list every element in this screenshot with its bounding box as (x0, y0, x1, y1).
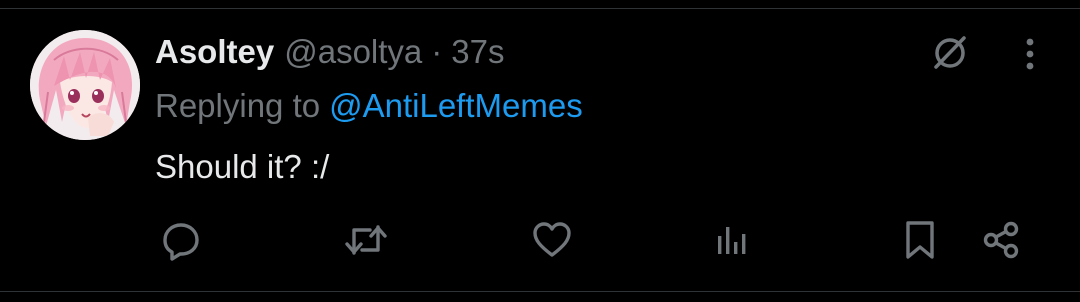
views-bar-chart-icon (718, 227, 746, 254)
like-button[interactable] (524, 212, 580, 268)
bottom-divider (0, 291, 1080, 292)
header-separator: · (431, 33, 443, 70)
reply-bubble-icon (163, 223, 199, 261)
replying-to-label: Replying to (155, 87, 321, 124)
avatar[interactable] (30, 30, 140, 140)
tweet-text: Should it? :/ (155, 148, 330, 185)
avatar-image (30, 30, 140, 140)
grok-slash-circle-icon (934, 36, 966, 69)
tweet-timestamp[interactable]: 37s (451, 30, 504, 74)
more-options-button[interactable] (1006, 28, 1054, 80)
tweet-header: Asoltey @asoltya · 37s (155, 30, 505, 74)
views-button[interactable] (702, 212, 762, 268)
author-handle[interactable]: @asoltya (284, 30, 422, 74)
reply-button[interactable] (154, 212, 208, 268)
retweet-button[interactable] (336, 212, 396, 268)
retweet-icon (345, 225, 387, 255)
bookmark-button[interactable] (894, 212, 946, 268)
bookmark-icon (906, 221, 934, 259)
share-button[interactable] (974, 212, 1030, 268)
grok-button[interactable] (924, 28, 976, 76)
reply-to-mention-link[interactable]: @AntiLeftMemes (329, 87, 583, 124)
author-display-name[interactable]: Asoltey (155, 30, 274, 74)
share-icon (983, 221, 1019, 259)
heart-icon (533, 222, 571, 257)
replying-to-line: Replying to @AntiLeftMemes (155, 84, 583, 128)
more-vertical-icon (1026, 38, 1034, 70)
tweet-actions-bar (0, 212, 1080, 270)
top-divider (0, 8, 1080, 9)
